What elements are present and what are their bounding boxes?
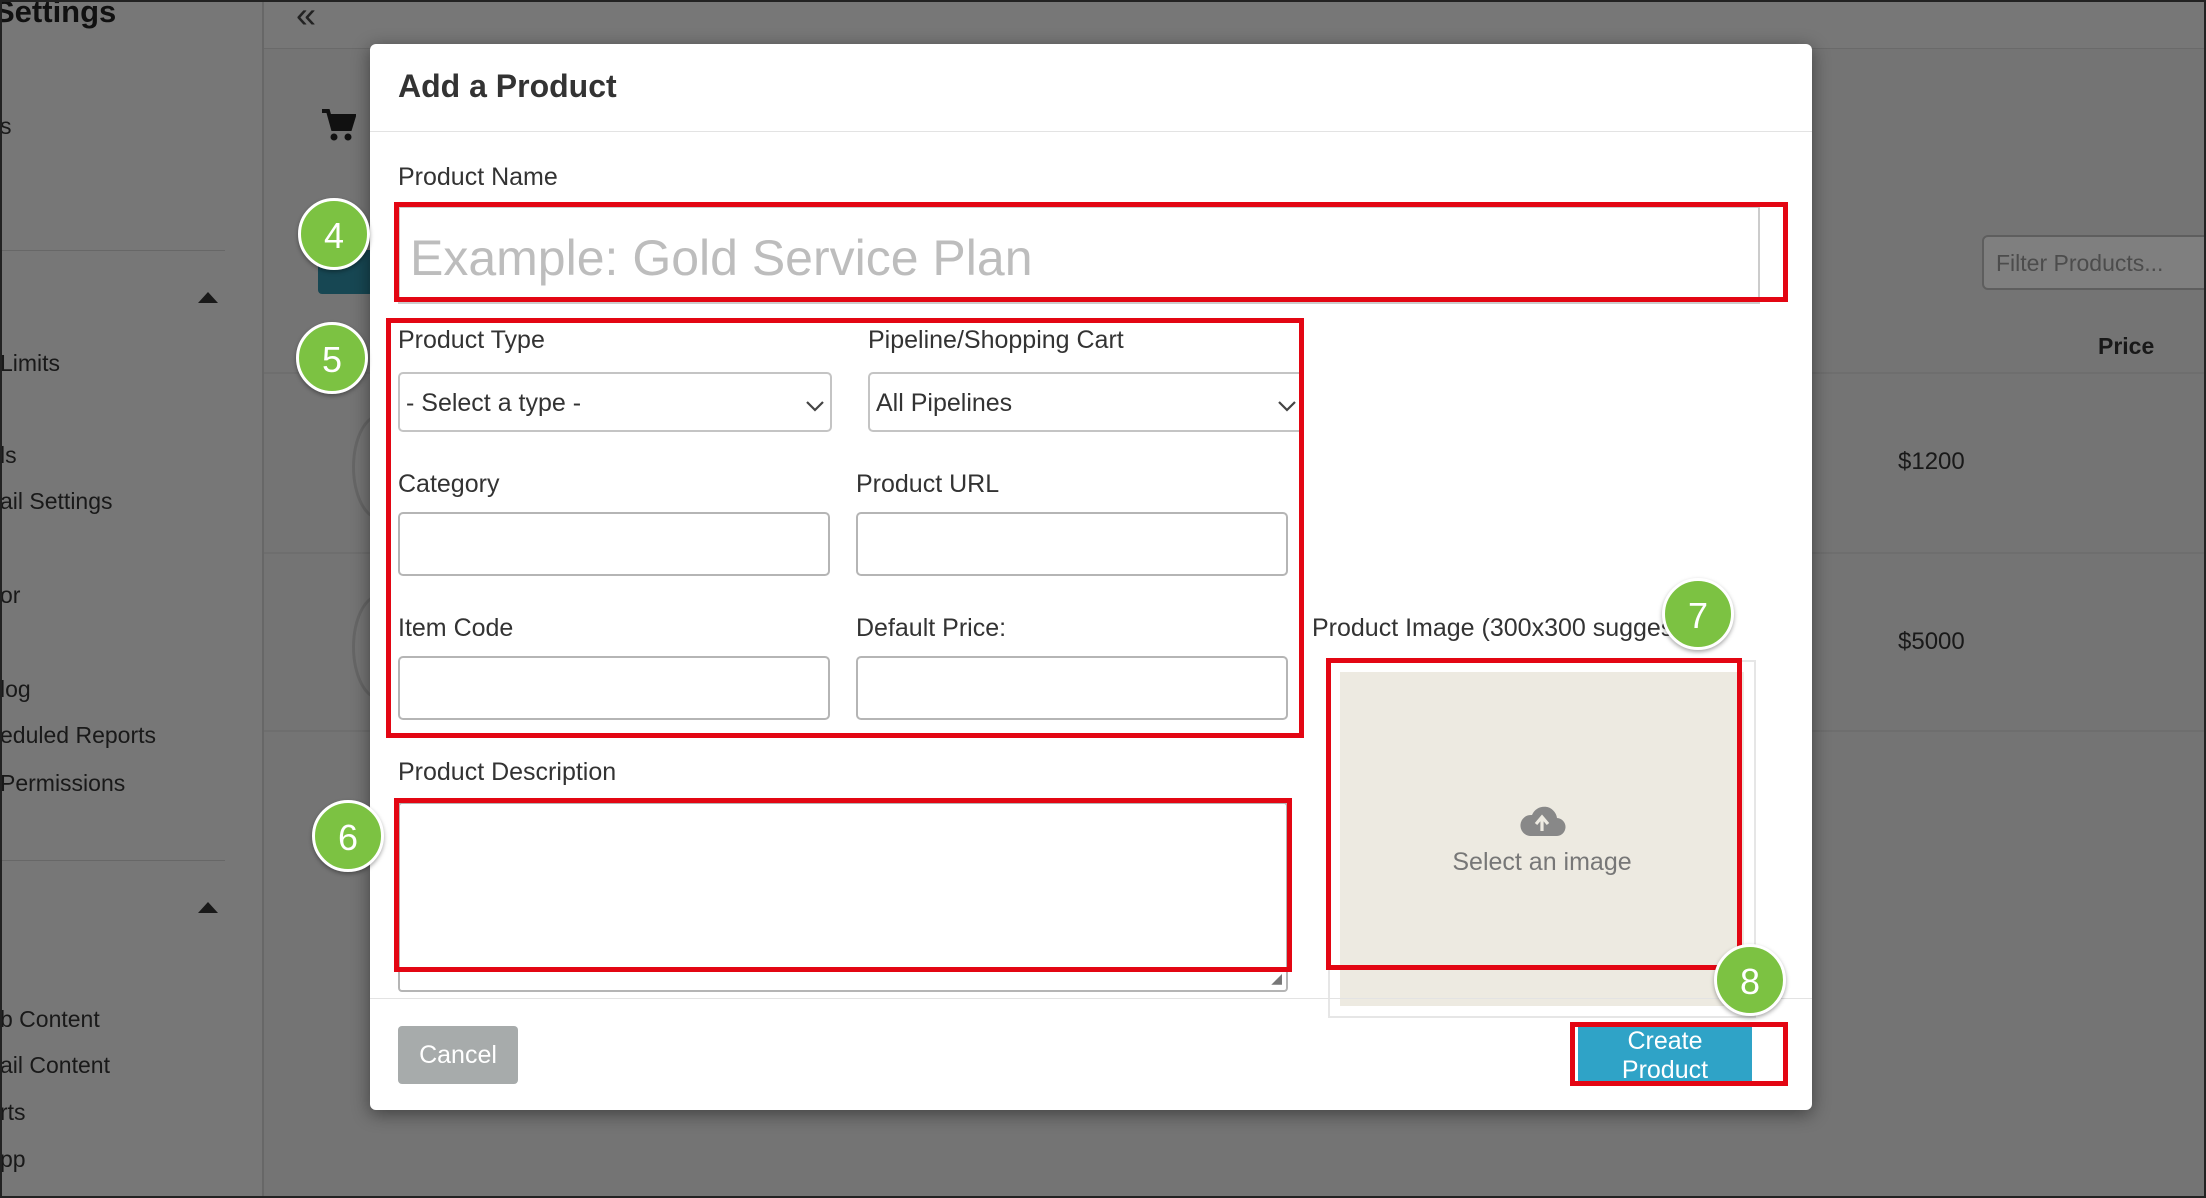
resize-handle-icon[interactable]: ◢ (1271, 970, 1282, 987)
annotation-badge-4: 4 (298, 198, 370, 270)
product-name-input[interactable]: Example: Gold Service Plan (398, 206, 1760, 304)
annotation-badge-7: 7 (1662, 578, 1734, 650)
chevron-down-icon (1278, 388, 1296, 419)
modal-title: Add a Product (398, 68, 617, 104)
annotation-badge-6: 6 (312, 800, 384, 872)
select-image-prompt: Select an image (1452, 848, 1632, 876)
product-description-label: Product Description (398, 758, 617, 786)
annotation-badge-8: 8 (1714, 944, 1786, 1016)
annotation-badge-5: 5 (296, 322, 368, 394)
product-type-value: - Select a type - (406, 389, 582, 417)
item-code-label: Item Code (398, 614, 514, 642)
product-name-label: Product Name (398, 163, 558, 191)
cloud-upload-icon (1518, 804, 1566, 843)
image-placeholder[interactable]: Select an image (1340, 672, 1744, 1006)
pipeline-label: Pipeline/Shopping Cart (868, 326, 1124, 354)
pipeline-select[interactable]: All Pipelines (868, 372, 1304, 432)
product-url-label: Product URL (856, 470, 1000, 498)
cancel-button[interactable]: Cancel (398, 1026, 518, 1084)
category-input[interactable] (398, 512, 830, 576)
add-product-modal: Add a Product Product Name Example: Gold… (370, 44, 1812, 1110)
product-description-textarea[interactable]: ◢ (398, 802, 1288, 992)
default-price-label: Default Price: (856, 614, 1007, 642)
pipeline-value: All Pipelines (876, 389, 1013, 417)
product-url-input[interactable] (856, 512, 1288, 576)
chevron-down-icon (806, 388, 824, 419)
default-price-input[interactable] (856, 656, 1288, 720)
modal-footer-divider (370, 998, 1812, 999)
product-image-label: Product Image (300x300 sugges (1312, 614, 1674, 642)
item-code-input[interactable] (398, 656, 830, 720)
category-label: Category (398, 470, 500, 498)
product-image-dropzone[interactable]: Select an image (1328, 660, 1756, 1018)
product-type-label: Product Type (398, 326, 545, 354)
product-type-select[interactable]: - Select a type - (398, 372, 832, 432)
modal-header-divider (370, 131, 1812, 132)
create-product-button[interactable]: Create Product (1578, 1026, 1752, 1084)
